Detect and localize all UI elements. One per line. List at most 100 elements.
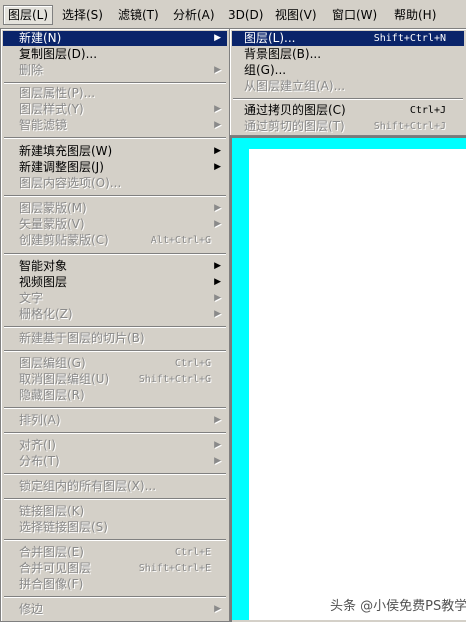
menu-separator [4,195,226,197]
menu-item-shortcut: Shift+Ctrl+N [373,33,446,44]
submenu-item-layer-via-cut[interactable]: 通过剪切的图层(T) Shift+Ctrl+J [232,119,464,134]
menubar-item-help[interactable]: 帮助(H) [390,6,440,24]
menu-item-duplicate-layer[interactable]: 复制图层(D)... [3,47,227,62]
menu-separator [4,539,226,541]
menu-separator [4,407,226,409]
submenu-arrow-icon: ▶ [214,309,221,319]
menu-separator [233,98,463,100]
menu-item-label: 锁定组内的所有图层(X)... [19,479,157,493]
menu-item-label: 选择链接图层(S) [19,520,108,534]
menu-item-rasterize[interactable]: 栅格化(Z) ▶ [3,307,227,322]
menu-item-layer-properties[interactable]: 图层属性(P)... [3,86,227,101]
menu-item-label: 排列(A) [19,413,61,427]
menu-item-link-layers[interactable]: 链接图层(K) [3,504,227,519]
menu-separator [4,253,226,255]
menu-item-label: 合并可见图层 [19,561,92,575]
menu-item-label: 通过拷贝的图层(C) [244,103,346,117]
menu-item-vector-mask[interactable]: 矢量蒙版(V) ▶ [3,217,227,232]
menu-item-layer-style[interactable]: 图层样式(Y) ▶ [3,102,227,117]
menu-item-smart-filter[interactable]: 智能滤镜 ▶ [3,118,227,133]
submenu-arrow-icon: ▶ [214,33,221,43]
menu-item-new[interactable]: 新建(N) ▶ [3,31,227,46]
menu-item-label: 删除 [19,63,44,77]
menubar-item-view[interactable]: 视图(V) [271,6,321,24]
menu-separator [4,350,226,352]
menu-item-new-fill-layer[interactable]: 新建填充图层(W) ▶ [3,144,227,159]
menu-item-delete[interactable]: 删除 ▶ [3,63,227,78]
submenu-item-group-from-layers[interactable]: 从图层建立组(A)... [232,79,464,94]
menu-item-text[interactable]: 文字 ▶ [3,291,227,306]
menu-item-distribute[interactable]: 分布(T) ▶ [3,454,227,469]
menu-separator [4,326,226,328]
menu-item-label: 新建填充图层(W) [19,144,113,158]
menu-separator [4,473,226,475]
menu-item-label: 图层编组(G) [19,356,86,370]
menu-item-label: 修边 [19,602,44,616]
submenu-arrow-icon: ▶ [214,65,221,75]
submenu-arrow-icon: ▶ [214,162,221,172]
menu-item-matting[interactable]: 修边 ▶ [3,602,227,617]
menu-bar: 图层(L) 选择(S) 滤镜(T) 分析(A) 3D(D) 视图(V) 窗口(W… [0,0,466,31]
menu-separator [4,498,226,500]
layer-menu: 新建(N) ▶ 复制图层(D)... 删除 ▶ 图层属性(P)... 图层样式(… [0,28,230,622]
menu-item-merge-layers[interactable]: 合并图层(E) Ctrl+E [3,545,227,560]
submenu-arrow-icon: ▶ [214,104,221,114]
new-submenu: 图层(L)... Shift+Ctrl+N 背景图层(B)... 组(G)...… [229,28,466,136]
menu-item-create-clipping-mask[interactable]: 创建剪贴蒙版(C) Alt+Ctrl+G [3,233,227,248]
watermark: 头条 @小侯免费PS教学 [330,599,466,614]
menubar-item-layer[interactable]: 图层(L) [3,5,54,25]
menu-item-label: 图层蒙版(M) [19,201,87,215]
document-canvas-border [229,133,466,620]
menu-item-layer-content-options[interactable]: 图层内容选项(O)... [3,176,227,191]
submenu-arrow-icon: ▶ [214,293,221,303]
submenu-arrow-icon: ▶ [214,146,221,156]
menu-item-label: 对齐(I) [19,438,56,452]
menu-item-shortcut: Shift+Ctrl+J [373,121,446,132]
menu-item-label: 组(G)... [244,63,287,77]
menu-item-label: 新建(N) [19,31,62,45]
menu-item-group-layers[interactable]: 图层编组(G) Ctrl+G [3,356,227,371]
menubar-item-window[interactable]: 窗口(W) [328,6,381,24]
menu-separator [4,596,226,598]
menu-separator [4,137,226,139]
menubar-item-3d[interactable]: 3D(D) [224,6,267,24]
menu-item-lock-all-layers-in-group[interactable]: 锁定组内的所有图层(X)... [3,479,227,494]
menu-item-label: 文字 [19,291,44,305]
menu-item-smart-object[interactable]: 智能对象 ▶ [3,259,227,274]
submenu-arrow-icon: ▶ [214,604,221,614]
menu-item-video-layer[interactable]: 视频图层 ▶ [3,275,227,290]
submenu-item-group[interactable]: 组(G)... [232,63,464,78]
menu-item-label: 拼合图像(F) [19,577,84,591]
menu-item-label: 复制图层(D)... [19,47,98,61]
menu-item-label: 分布(T) [19,454,60,468]
menu-item-shortcut: Shift+Ctrl+G [138,374,211,385]
menu-separator [4,432,226,434]
menu-item-layer-mask[interactable]: 图层蒙版(M) ▶ [3,201,227,216]
submenu-item-background-layer[interactable]: 背景图层(B)... [232,47,464,62]
submenu-item-layer-via-copy[interactable]: 通过拷贝的图层(C) Ctrl+J [232,103,464,118]
menu-item-merge-visible[interactable]: 合并可见图层 Shift+Ctrl+E [3,561,227,576]
menu-item-shortcut: Ctrl+J [409,105,446,116]
document-canvas[interactable] [249,149,466,620]
submenu-item-layer[interactable]: 图层(L)... Shift+Ctrl+N [232,31,464,46]
submenu-arrow-icon: ▶ [214,261,221,271]
menu-item-align[interactable]: 对齐(I) ▶ [3,438,227,453]
menu-item-shortcut: Ctrl+E [174,547,211,558]
menu-item-flatten-image[interactable]: 拼合图像(F) [3,577,227,592]
menu-item-label: 从图层建立组(A)... [244,79,346,93]
menu-item-label: 栅格化(Z) [19,307,73,321]
menu-item-select-linked-layers[interactable]: 选择链接图层(S) [3,520,227,535]
menu-item-arrange[interactable]: 排列(A) ▶ [3,413,227,428]
menu-item-shortcut: Ctrl+G [174,358,211,369]
menu-item-new-adjustment-layer[interactable]: 新建调整图层(J) ▶ [3,160,227,175]
menu-item-hide-layers[interactable]: 隐藏图层(R) [3,388,227,403]
menu-item-label: 图层(L)... [244,31,296,45]
menu-item-ungroup-layers[interactable]: 取消图层编组(U) Shift+Ctrl+G [3,372,227,387]
menu-item-label: 图层内容选项(O)... [19,176,122,190]
menubar-item-select[interactable]: 选择(S) [58,6,107,24]
menubar-item-analysis[interactable]: 分析(A) [169,6,219,24]
submenu-arrow-icon: ▶ [214,203,221,213]
menu-item-new-layer-based-slice[interactable]: 新建基于图层的切片(B) [3,331,227,346]
menu-item-label: 创建剪贴蒙版(C) [19,233,109,247]
menubar-item-filter[interactable]: 滤镜(T) [114,6,163,24]
